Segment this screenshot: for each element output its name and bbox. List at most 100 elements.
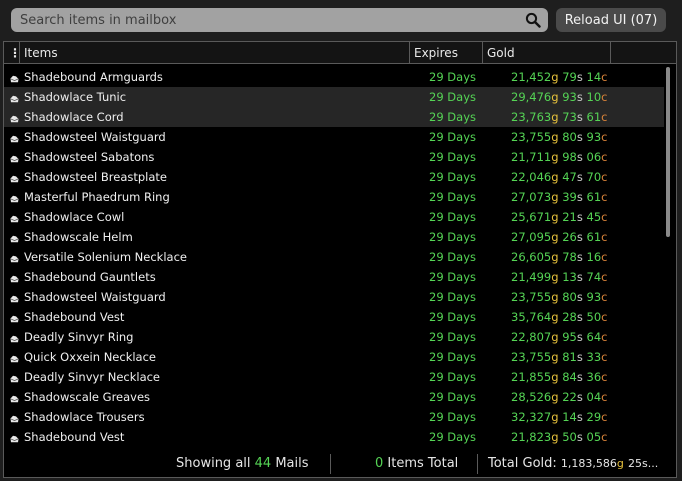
item-gold: 21,452g 79s 14c — [511, 70, 607, 84]
column-items[interactable]: Items — [20, 42, 410, 63]
copper-amount: 74 — [586, 270, 602, 284]
mail-row[interactable]: Shadebound Armguards 29 Days 21,452g 79s 1… — [4, 67, 664, 87]
reload-ui-button[interactable]: Reload UI (07) — [556, 8, 666, 32]
item-expires: 29 Days — [429, 290, 476, 304]
search-box[interactable] — [11, 8, 548, 32]
silver-amount: 78 — [562, 250, 577, 264]
item-name[interactable]: Shadebound Gauntlets — [24, 270, 156, 284]
item-name[interactable]: Shadowsteel Waistguard — [24, 130, 166, 144]
mail-icon — [10, 112, 19, 123]
mail-row[interactable]: Deadly Sinvyr Ring 29 Days 22,807g 95s 64c — [4, 327, 664, 347]
item-gold: 21,855g 84s 36c — [511, 370, 607, 384]
scrollbar-thumb[interactable] — [666, 67, 670, 237]
mail-icon — [10, 292, 19, 303]
mail-row[interactable]: Shadowlace Cord 29 Days 23,763g 73s 61c — [4, 107, 664, 127]
gold-amount: 27,095 — [511, 230, 552, 244]
silver-unit: s — [576, 90, 583, 104]
item-gold: 26,605g 78s 16c — [511, 250, 607, 264]
mail-row[interactable]: Shadowlace Tunic 29 Days 29,476g 93s 10c — [4, 87, 664, 107]
item-name[interactable]: Shadowlace Trousers — [24, 410, 145, 424]
item-name[interactable]: Shadebound Vest — [24, 310, 124, 324]
item-name[interactable]: Shadowsteel Breastplate — [24, 170, 167, 184]
item-expires: 29 Days — [429, 410, 476, 424]
mail-icon — [10, 272, 19, 283]
column-gold[interactable]: Gold — [483, 42, 611, 63]
gold-unit: g — [551, 230, 559, 244]
mail-row[interactable]: Shadebound Vest 29 Days 35,764g 28s 50c — [4, 307, 664, 327]
gold-amount: 21,499 — [511, 270, 552, 284]
total-gold-unit: g — [616, 457, 624, 470]
item-name[interactable]: Shadowlace Cord — [24, 110, 124, 124]
gold-amount: 21,711 — [511, 150, 552, 164]
item-gold: 22,046g 47s 70c — [511, 170, 607, 184]
item-gold: 21,499g 13s 74c — [511, 270, 607, 284]
column-expires[interactable]: Expires — [410, 42, 483, 63]
item-expires: 29 Days — [429, 390, 476, 404]
gold-amount: 23,755 — [511, 130, 552, 144]
mail-icon — [10, 72, 19, 83]
mail-row[interactable]: Masterful Phaedrum Ring 29 Days 27,073g 39… — [4, 187, 664, 207]
item-gold: 25,671g 21s 45c — [511, 210, 607, 224]
silver-unit: s — [576, 210, 583, 224]
search-input[interactable] — [11, 8, 548, 32]
copper-unit: c — [601, 110, 608, 124]
silver-unit: s — [576, 270, 583, 284]
gold-unit: g — [551, 130, 559, 144]
copper-amount: 33 — [586, 350, 602, 364]
item-name[interactable]: Shadowlace Cowl — [24, 210, 124, 224]
mail-row[interactable]: Shadowsteel Waistguard 29 Days 23,755g 80s… — [4, 127, 664, 147]
column-menu-icon[interactable]: ⋮ — [4, 42, 21, 63]
mail-row[interactable]: Shadowscale Greaves 29 Days 28,526g 22s 04… — [4, 387, 664, 407]
mail-row[interactable]: Deadly Sinvyr Necklace 29 Days 21,855g 84s… — [4, 367, 664, 387]
item-name[interactable]: Shadowlace Tunic — [24, 90, 126, 104]
mail-row[interactable]: Shadowsteel Waistguard 29 Days 23,755g 80s… — [4, 287, 664, 307]
item-name[interactable]: Deadly Sinvyr Ring — [24, 330, 134, 344]
item-gold: 23,763g 73s 61c — [511, 110, 607, 124]
mail-row[interactable]: Shadowlace Trousers 29 Days 32,327g 14s 29… — [4, 407, 664, 427]
item-name[interactable]: Shadowsteel Waistguard — [24, 290, 166, 304]
showing-count: Showing all 44 Mails — [176, 450, 309, 477]
silver-unit: s — [576, 290, 583, 304]
silver-unit: s — [576, 70, 583, 84]
item-name[interactable]: Shadowscale Greaves — [24, 390, 150, 404]
mail-row[interactable]: Versatile Solenium Necklace 29 Days 26,605… — [4, 247, 664, 267]
mail-row[interactable]: Shadowlace Cowl 29 Days 25,671g 21s 45c — [4, 207, 664, 227]
copper-unit: c — [601, 270, 608, 284]
item-expires: 29 Days — [429, 230, 476, 244]
mail-row[interactable]: Shadebound Gauntlets 29 Days 21,499g 13s 7… — [4, 267, 664, 287]
copper-unit: c — [601, 310, 608, 324]
mail-list-panel: ⋮ Items Expires Gold Shadebound Armguard… — [3, 41, 677, 451]
mail-row[interactable]: Shadebound Vest 29 Days 21,823g 50s 05c — [4, 427, 664, 447]
item-name[interactable]: Versatile Solenium Necklace — [24, 250, 187, 264]
copper-unit: c — [601, 210, 608, 224]
silver-amount: 22 — [562, 390, 577, 404]
gold-amount: 32,327 — [511, 410, 552, 424]
copper-unit: c — [601, 130, 608, 144]
mail-row[interactable]: Shadowscale Helm 29 Days 27,095g 26s 61c — [4, 227, 664, 247]
silver-amount: 81 — [562, 350, 577, 364]
copper-amount: 05 — [586, 430, 602, 444]
item-name[interactable]: Masterful Phaedrum Ring — [24, 190, 170, 204]
mail-row[interactable]: Quick Oxxein Necklace 29 Days 23,755g 81s … — [4, 347, 664, 367]
item-name[interactable]: Quick Oxxein Necklace — [24, 350, 156, 364]
item-expires: 29 Days — [429, 370, 476, 384]
search-icon[interactable] — [525, 12, 541, 28]
mail-row[interactable]: Shadowsteel Breastplate 29 Days 22,046g 47… — [4, 167, 664, 187]
item-expires: 29 Days — [429, 430, 476, 444]
silver-amount: 93 — [562, 90, 577, 104]
gold-amount: 21,855 — [511, 370, 552, 384]
mail-icon — [10, 312, 19, 323]
item-name[interactable]: Shadowsteel Sabatons — [24, 150, 154, 164]
copper-amount: 50 — [586, 310, 602, 324]
item-name[interactable]: Shadebound Armguards — [24, 70, 163, 84]
mail-row[interactable]: Shadowsteel Sabatons 29 Days 21,711g 98s 0… — [4, 147, 664, 167]
item-name[interactable]: Deadly Sinvyr Necklace — [24, 370, 160, 384]
item-name[interactable]: Shadowscale Helm — [24, 230, 133, 244]
copper-unit: c — [601, 170, 608, 184]
item-expires: 29 Days — [429, 170, 476, 184]
copper-amount: 70 — [586, 170, 602, 184]
item-name[interactable]: Shadebound Vest — [24, 430, 124, 444]
copper-amount: 36 — [586, 370, 602, 384]
footer-divider — [477, 454, 478, 474]
silver-amount: 47 — [562, 170, 577, 184]
